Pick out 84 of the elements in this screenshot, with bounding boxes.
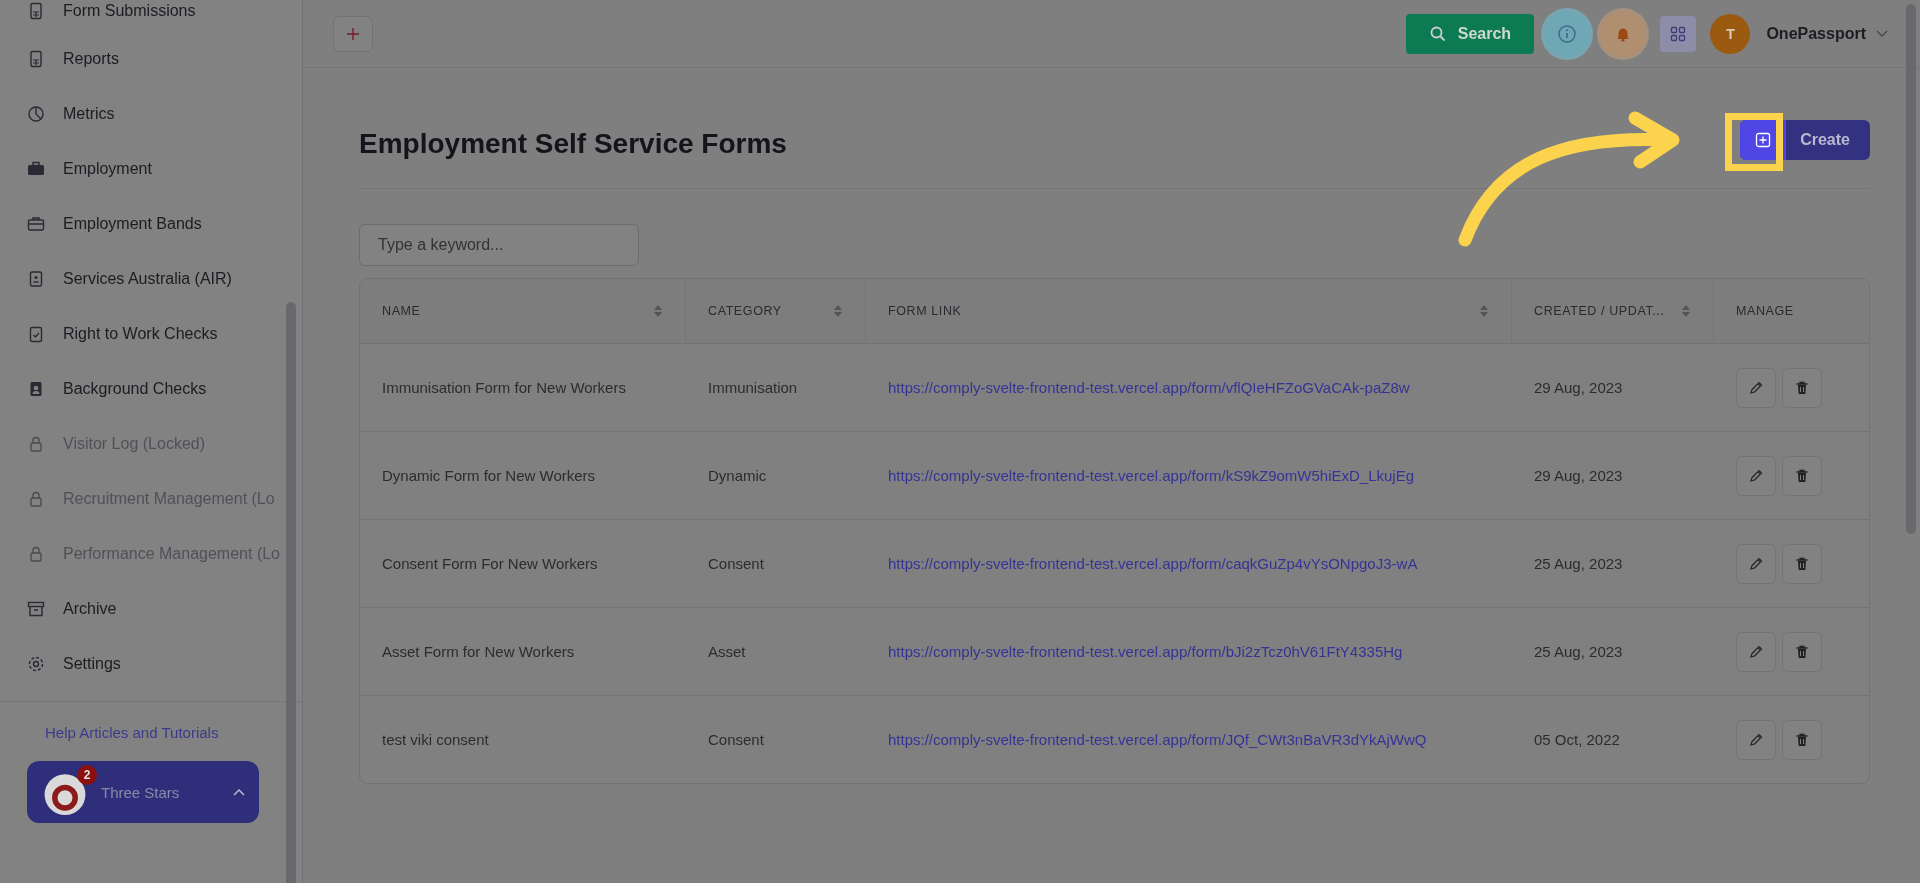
chevron-down-icon[interactable] bbox=[1876, 29, 1888, 38]
sidebar-item[interactable]: Metrics bbox=[26, 86, 288, 141]
notification-badge: 2 bbox=[77, 765, 97, 785]
nav-icon bbox=[26, 103, 46, 124]
trash-icon bbox=[1794, 731, 1810, 748]
edit-button[interactable] bbox=[1736, 367, 1776, 408]
sort-icon[interactable] bbox=[1479, 304, 1489, 318]
table-cell: Consent bbox=[708, 731, 764, 748]
table-cell: Dynamic Form for New Workers bbox=[382, 467, 596, 484]
sidebar-item[interactable]: Right to Work Checks bbox=[26, 306, 288, 361]
form-link[interactable]: https://comply-svelte-frontend-test.vercel.app/form/JQf_CWt3nBaVR3dYkAjWwQ bbox=[888, 731, 1427, 748]
form-link[interactable]: https://comply-svelte-frontend-test.vercel.app/form/vflQIeHFZoGVaCAk-paZ8w bbox=[888, 379, 1410, 396]
edit-button[interactable] bbox=[1736, 455, 1776, 496]
search-icon bbox=[1429, 25, 1446, 42]
pencil-icon bbox=[1748, 731, 1764, 748]
table-cell: 25 Aug, 2023 bbox=[1534, 643, 1623, 660]
table-cell: Dynamic bbox=[708, 467, 767, 484]
sidebar-item[interactable]: Reports bbox=[26, 31, 288, 86]
table-cell: Immunisation bbox=[708, 379, 798, 396]
table-cell: 29 Aug, 2023 bbox=[1534, 379, 1623, 396]
sidebar-item[interactable]: Employment Bands bbox=[26, 196, 288, 251]
pencil-icon bbox=[1748, 467, 1764, 484]
trash-icon bbox=[1794, 467, 1810, 484]
sidebar-item[interactable]: Form Submissions bbox=[26, 0, 288, 31]
sidebar-item[interactable]: Employment bbox=[26, 141, 288, 196]
sort-icon[interactable] bbox=[653, 304, 663, 318]
sidebar-item[interactable]: Archive bbox=[26, 581, 288, 636]
info-button[interactable] bbox=[1544, 10, 1591, 57]
search-field[interactable]: Type a keyword... bbox=[359, 224, 639, 266]
column-header[interactable]: FORM LINK bbox=[888, 304, 962, 318]
column-header[interactable]: NAME bbox=[382, 304, 421, 318]
table-cell: Immunisation Form for New Workers bbox=[382, 379, 626, 396]
trash-icon bbox=[1794, 379, 1810, 396]
pencil-icon bbox=[1748, 643, 1764, 660]
table-cell: Asset bbox=[708, 643, 746, 660]
add-button[interactable] bbox=[333, 15, 373, 52]
notifications-button[interactable] bbox=[1600, 10, 1647, 57]
edit-button[interactable] bbox=[1736, 719, 1776, 760]
column-header[interactable]: CREATED / UPDAT... bbox=[1534, 304, 1665, 318]
caret-icon bbox=[233, 788, 245, 796]
account-card[interactable]: 2 Three Stars bbox=[27, 761, 259, 823]
sort-icon[interactable] bbox=[833, 304, 843, 318]
table-cell: 29 Aug, 2023 bbox=[1534, 467, 1623, 484]
grid-icon bbox=[1670, 25, 1687, 42]
form-link[interactable]: https://comply-svelte-frontend-test.vercel.app/form/kS9kZ9omW5hiExD_LkujEg bbox=[888, 467, 1415, 484]
help-link[interactable]: Help Articles and Tutorials bbox=[27, 724, 302, 741]
create-button[interactable]: Create bbox=[1740, 120, 1870, 160]
edit-button[interactable] bbox=[1736, 543, 1776, 584]
column-header[interactable]: CATEGORY bbox=[708, 304, 782, 318]
trash-icon bbox=[1794, 643, 1810, 660]
table-cell: 25 Aug, 2023 bbox=[1534, 555, 1623, 572]
sort-icon[interactable] bbox=[1681, 304, 1691, 318]
page-title: Employment Self Service Forms bbox=[359, 128, 787, 160]
delete-button[interactable] bbox=[1782, 631, 1822, 672]
scrollbar[interactable] bbox=[286, 302, 296, 883]
sidebar-item[interactable]: Services Australia (AIR) bbox=[26, 251, 288, 306]
form-link[interactable]: https://comply-svelte-frontend-test.vercel.app/form/bJi2zTcz0hV61FtY4335Hg bbox=[888, 643, 1403, 660]
pencil-icon bbox=[1748, 555, 1764, 572]
table-cell: Asset Form for New Workers bbox=[382, 643, 575, 660]
pencil-icon bbox=[1748, 379, 1764, 396]
apps-button[interactable] bbox=[1660, 15, 1697, 52]
table-cell: test viki consent bbox=[382, 731, 489, 748]
sidebar-item[interactable]: Settings bbox=[26, 636, 288, 691]
delete-button[interactable] bbox=[1782, 719, 1822, 760]
account-name[interactable]: OnePassport bbox=[1766, 24, 1866, 43]
avatar[interactable]: T bbox=[1710, 13, 1751, 54]
plus-icon bbox=[346, 26, 360, 41]
highlight-frame bbox=[1725, 113, 1783, 171]
scrollbar[interactable] bbox=[1906, 4, 1916, 534]
edit-button[interactable] bbox=[1736, 631, 1776, 672]
table-cell: Consent bbox=[708, 555, 764, 572]
info-icon bbox=[1557, 23, 1578, 44]
trash-icon bbox=[1794, 555, 1810, 572]
table-cell: Consent Form For New Workers bbox=[382, 555, 598, 572]
table-cell: 05 Oct, 2022 bbox=[1534, 731, 1620, 748]
delete-button[interactable] bbox=[1782, 455, 1822, 496]
delete-button[interactable] bbox=[1782, 367, 1822, 408]
delete-button[interactable] bbox=[1782, 543, 1822, 584]
form-link[interactable]: https://comply-svelte-frontend-test.vercel.app/form/caqkGuZp4vYsONpgoJ3-wA bbox=[888, 555, 1418, 572]
column-header[interactable]: MANAGE bbox=[1736, 304, 1794, 318]
sidebar-item[interactable]: Background Checks bbox=[26, 361, 288, 416]
search-button[interactable]: Search bbox=[1406, 13, 1535, 54]
plus-square-icon bbox=[1755, 132, 1772, 148]
account-name: Three Stars bbox=[101, 783, 181, 801]
